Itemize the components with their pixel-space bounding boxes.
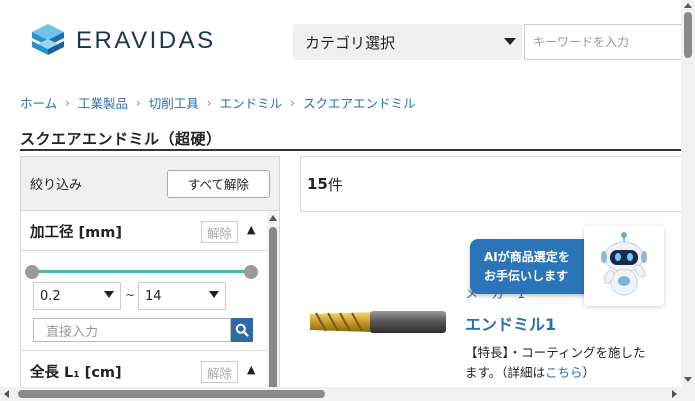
filter-label: 絞り込み: [30, 178, 83, 193]
eravidas-logo[interactable]: ERAVIDAS: [30, 22, 216, 60]
product-name-link[interactable]: エンドミル1: [465, 311, 556, 335]
slider-min-handle[interactable]: [25, 265, 39, 279]
scroll-left-arrow-icon[interactable]: [4, 390, 9, 398]
title-divider: [20, 149, 685, 151]
reset-all-button[interactable]: すべて解除: [167, 169, 270, 198]
scroll-up-arrow-icon[interactable]: [684, 3, 692, 8]
page-vertical-scrollbar[interactable]: [681, 0, 695, 387]
scroll-up-arrow-icon[interactable]: [269, 215, 277, 221]
direct-input-placeholder: 直接入力: [46, 324, 99, 340]
filter-sidebar: 絞り込み すべて解除 加工径 [mm] 解除 ▲ 0.2 ~ 14 直接入力 全…: [20, 156, 280, 401]
chevron-up-icon[interactable]: ▲: [247, 223, 255, 236]
chevron-right-icon: ›: [206, 95, 212, 110]
ai-assist-banner[interactable]: AIが商品選定を お手伝いします: [470, 239, 590, 294]
diameter-search-button[interactable]: [231, 318, 253, 342]
product-description: 【特長】・コーティングを施した: [465, 345, 646, 360]
robot-icon: [601, 232, 647, 296]
breadcrumb-home[interactable]: ホーム: [20, 93, 57, 112]
divider: [21, 250, 267, 251]
page-title: スクエアエンドミル（超硬）: [20, 130, 222, 148]
chevron-down-icon: [209, 291, 219, 298]
result-count-unit: 件: [327, 175, 343, 194]
search-icon: [235, 323, 249, 337]
ai-banner-line2: お手伝いします: [484, 268, 569, 283]
breadcrumb: ホーム › 工業製品 › 切削工具 › エンドミル › スクエアエンドミル: [20, 93, 415, 112]
chevron-down-icon: [104, 291, 114, 298]
diameter-max-select[interactable]: 14: [138, 282, 226, 310]
sidebar-scroll-thumb[interactable]: [269, 227, 277, 401]
slider-max-handle[interactable]: [244, 265, 258, 279]
logo-text: ERAVIDAS: [76, 27, 216, 54]
ai-banner-line1: AIが商品選定を: [484, 249, 570, 264]
chevron-right-icon: ›: [290, 95, 295, 110]
diameter-direct-input[interactable]: 直接入力: [33, 318, 231, 342]
category-select[interactable]: カテゴリ選択: [293, 24, 522, 60]
logo-mark-icon: [32, 24, 64, 55]
vertical-scroll-thumb[interactable]: [684, 12, 692, 58]
divider: [21, 350, 267, 351]
product-desc-close: ）: [582, 365, 596, 380]
range-separator: ~: [125, 288, 136, 302]
facet-length-label: 全長 L₁ [cm]: [30, 364, 122, 381]
filter-header: 絞り込み すべて解除: [21, 157, 279, 211]
chevron-down-icon: [504, 38, 516, 45]
result-count-number: 15: [307, 175, 328, 193]
product-image-endmill[interactable]: [308, 308, 448, 336]
horizontal-scroll-thumb[interactable]: [18, 390, 325, 398]
breadcrumb-industrial[interactable]: 工業製品: [78, 93, 128, 112]
diameter-range-slider[interactable]: [31, 270, 251, 273]
details-link[interactable]: こちら: [545, 365, 583, 380]
facet-diameter-label: 加工径 [mm]: [30, 224, 123, 241]
scroll-right-arrow-icon[interactable]: [672, 390, 677, 398]
breadcrumb-cutting-tools[interactable]: 切削工具: [149, 93, 199, 112]
breadcrumb-square-endmill[interactable]: スクエアエンドミル: [303, 93, 416, 112]
diameter-min-select[interactable]: 0.2: [33, 282, 121, 310]
diameter-min-value: 0.2: [40, 288, 61, 304]
product-description-more: ます。（詳細はこちら）: [465, 362, 595, 381]
chevron-right-icon: ›: [135, 95, 141, 110]
keyword-search-input[interactable]: [524, 24, 684, 60]
breadcrumb-endmill[interactable]: エンドミル: [220, 93, 283, 112]
facet-diameter-clear-button[interactable]: 解除: [201, 221, 238, 243]
ai-robot-avatar[interactable]: [584, 226, 664, 306]
result-count: 15 件: [300, 156, 695, 212]
scroll-down-arrow-icon[interactable]: [684, 377, 692, 382]
product-desc-text: ます。（詳細は: [465, 365, 546, 380]
facet-length-clear-button[interactable]: 解除: [201, 361, 238, 383]
chevron-right-icon: ›: [65, 95, 70, 110]
diameter-max-value: 14: [145, 288, 162, 304]
category-select-label: カテゴリ選択: [305, 33, 396, 52]
chevron-up-icon[interactable]: ▲: [247, 363, 255, 376]
